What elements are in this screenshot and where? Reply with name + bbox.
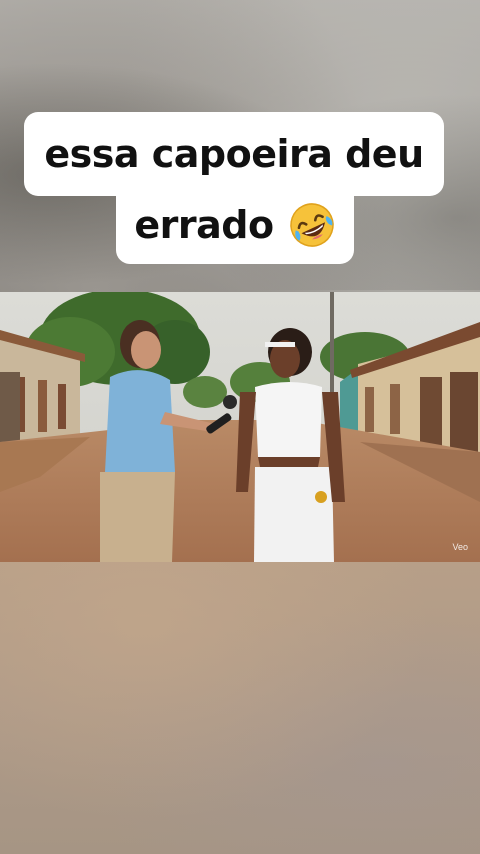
caption-line-2-text: errado: [134, 203, 274, 247]
caption-overlay: essa capoeira deu errado: [0, 0, 480, 290]
rolling-on-floor-laughing-icon: [288, 201, 336, 249]
caption-line-1: essa capoeira deu: [24, 112, 444, 196]
street-scene: [0, 292, 480, 562]
caption-line-2: errado: [116, 186, 354, 264]
blurred-bottom-region: [0, 562, 480, 854]
video-frame[interactable]: Veo: [0, 292, 480, 562]
caption-line-1-text: essa capoeira deu: [44, 132, 424, 176]
veo-watermark: Veo: [452, 542, 468, 552]
